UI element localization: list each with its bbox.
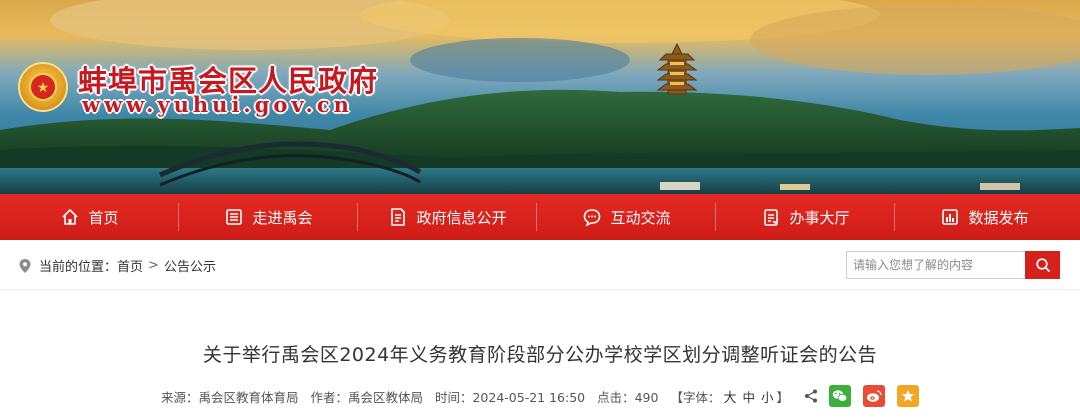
header-banner: ★ 蚌埠市禹会区人民政府 www.yuhui.gov.cn bbox=[0, 0, 1080, 194]
main-nav: 首页 走进禹会 政府信息公开 互动交流 办事大厅 数据发布 bbox=[0, 194, 1080, 240]
nav-item-label: 走进禹会 bbox=[252, 208, 313, 227]
wechat-share-button[interactable] bbox=[829, 385, 852, 407]
font-size-selector: 【字体：大中小】 bbox=[670, 387, 789, 406]
nav-item-about[interactable]: 走进禹会 bbox=[179, 194, 358, 240]
share-icon bbox=[805, 389, 818, 403]
breadcrumb-current-link[interactable]: 公告公示 bbox=[164, 256, 216, 275]
breadcrumb-home-link[interactable]: 首页 bbox=[117, 256, 143, 275]
article-title: 关于举行禹会区2024年义务教育阶段部分公办学校学区划分调整听证会的公告 bbox=[202, 344, 878, 366]
weibo-icon bbox=[867, 390, 882, 402]
share-bar bbox=[803, 385, 925, 407]
chat-icon bbox=[582, 207, 602, 227]
nav-item-home[interactable]: 首页 bbox=[0, 194, 179, 240]
article-source: 来源：禹会区教育体育局 bbox=[160, 389, 299, 405]
government-emblem: ★ bbox=[18, 62, 68, 112]
font-size-small-button[interactable]: 小 bbox=[761, 390, 774, 405]
article-clicks: 点击：490 bbox=[597, 389, 659, 405]
article-time: 时间：2024-05-21 16:50 bbox=[434, 389, 586, 405]
chart-icon bbox=[940, 207, 960, 227]
home-icon bbox=[60, 207, 80, 227]
favorite-button[interactable] bbox=[897, 385, 920, 407]
wechat-icon bbox=[832, 390, 848, 402]
nav-item-label: 数据发布 bbox=[968, 208, 1029, 227]
article-author: 作者：禹会区教体局 bbox=[310, 389, 423, 405]
search-button[interactable] bbox=[1025, 251, 1060, 279]
breadcrumb-separator: > bbox=[148, 258, 159, 273]
document-icon bbox=[388, 207, 408, 227]
nav-item-label: 首页 bbox=[88, 208, 119, 227]
search-input[interactable] bbox=[846, 251, 1025, 279]
font-size-close: 】 bbox=[776, 389, 790, 405]
list-icon bbox=[224, 207, 244, 227]
nav-item-label: 政府信息公开 bbox=[416, 208, 507, 227]
location-pin-icon bbox=[19, 258, 31, 273]
clipboard-icon bbox=[761, 207, 781, 227]
star-icon bbox=[902, 390, 915, 402]
nav-item-label: 办事大厅 bbox=[789, 208, 850, 227]
nav-item-gov-info[interactable]: 政府信息公开 bbox=[358, 194, 537, 240]
nav-item-label: 互动交流 bbox=[610, 208, 671, 227]
breadcrumb-prefix: 当前的位置： bbox=[39, 260, 118, 275]
nav-item-service-hall[interactable]: 办事大厅 bbox=[716, 194, 895, 240]
site-url: www.yuhui.gov.cn bbox=[82, 92, 353, 117]
font-size-large-button[interactable]: 大 bbox=[723, 391, 736, 406]
font-size-medium-button[interactable]: 中 bbox=[743, 390, 756, 405]
font-size-label: 【字体： bbox=[670, 389, 721, 405]
search-box bbox=[846, 251, 1060, 279]
article-meta: 来源：禹会区教育体育局 作者：禹会区教体局 时间：2024-05-21 16:5… bbox=[0, 385, 1080, 407]
weibo-share-button[interactable] bbox=[863, 385, 886, 407]
search-icon bbox=[1035, 258, 1050, 272]
nav-item-data-release[interactable]: 数据发布 bbox=[895, 194, 1074, 240]
breadcrumb: 当前的位置： 首页 > 公告公示 bbox=[18, 256, 216, 275]
nav-item-interaction[interactable]: 互动交流 bbox=[537, 194, 716, 240]
